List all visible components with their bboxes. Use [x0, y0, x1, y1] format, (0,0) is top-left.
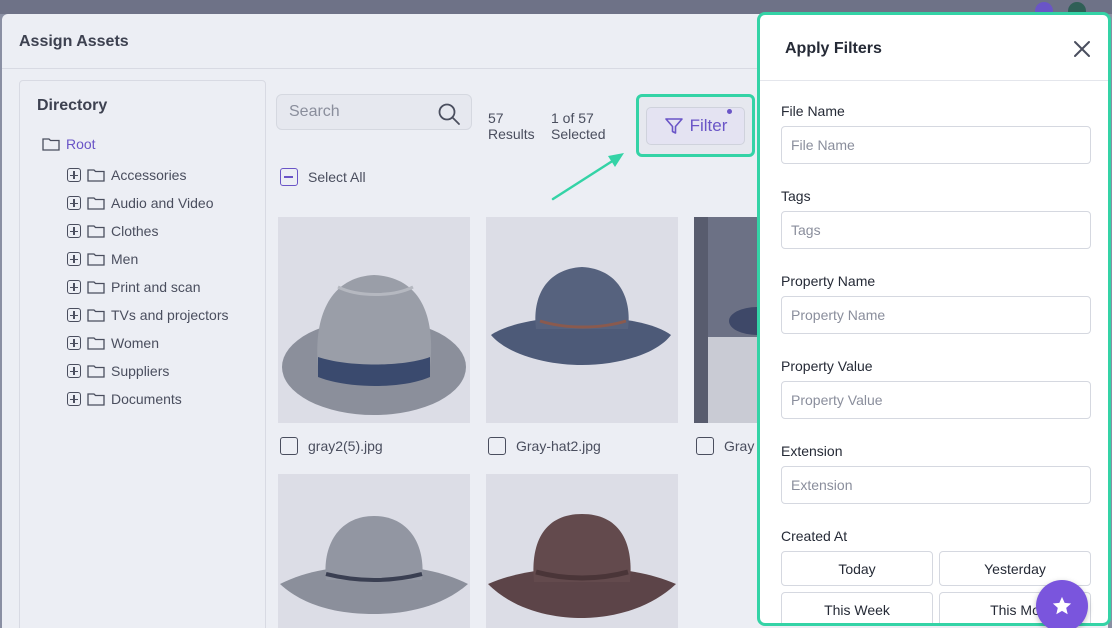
folder-icon: [87, 309, 105, 322]
asset-thumbnail[interactable]: [486, 217, 678, 423]
expand-icon[interactable]: [67, 224, 81, 238]
folder-icon: [87, 253, 105, 266]
results-count: 57: [488, 110, 504, 126]
expand-icon[interactable]: [67, 168, 81, 182]
results-label: Results: [488, 126, 535, 142]
property-name-label: Property Name: [781, 273, 876, 289]
selected-stat: 1 of 57 Selected: [551, 110, 605, 142]
selected-count: 1 of 57: [551, 110, 594, 126]
tree-item-label: Accessories: [111, 167, 187, 183]
tree-item-men[interactable]: Men: [67, 251, 138, 267]
tree-item-audio-and-video[interactable]: Audio and Video: [67, 195, 214, 211]
tree-item-label: Women: [111, 335, 159, 351]
tree-item-label: Documents: [111, 391, 182, 407]
modal-title: Assign Assets: [19, 33, 129, 50]
filter-icon: [664, 118, 683, 134]
extension-label: Extension: [781, 443, 843, 459]
asset-name: Gray-hat2.jpg: [516, 438, 601, 454]
hat-image: [491, 267, 671, 365]
tree-item-label: TVs and projectors: [111, 307, 229, 323]
tree-item-label: Men: [111, 251, 139, 267]
hat-image: [488, 514, 676, 618]
hat-image: [282, 275, 466, 415]
folder-icon: [87, 225, 105, 238]
tree-root[interactable]: Root: [42, 136, 96, 152]
select-all-checkbox[interactable]: [280, 168, 298, 186]
expand-icon[interactable]: [67, 196, 81, 210]
tree-root-label: Root: [66, 136, 96, 152]
asset-card[interactable]: gray2(5).jpg: [278, 217, 470, 455]
select-all[interactable]: Select All: [280, 168, 366, 186]
selected-label: Selected: [551, 126, 606, 142]
results-stat: 57 Results: [488, 110, 535, 142]
asset-card[interactable]: [278, 474, 470, 628]
expand-icon[interactable]: [67, 364, 81, 378]
expand-icon[interactable]: [67, 392, 81, 406]
tree-item-clothes[interactable]: Clothes: [67, 223, 158, 239]
tree-item-label: Print and scan: [111, 279, 201, 295]
asset-checkbox[interactable]: [488, 437, 506, 455]
tree-item-label: Clothes: [111, 223, 159, 239]
property-name-input[interactable]: [781, 296, 1091, 334]
tree-item-women[interactable]: Women: [67, 335, 159, 351]
tree-item-accessories[interactable]: Accessories: [67, 167, 186, 183]
folder-icon: [87, 169, 105, 182]
pointer-arrow: [551, 153, 624, 201]
tree-item-suppliers[interactable]: Suppliers: [67, 363, 169, 379]
asset-thumbnail[interactable]: [486, 474, 678, 628]
asset-checkbox[interactable]: [696, 437, 714, 455]
hat-image: [280, 516, 468, 614]
asset-name: Gray: [724, 438, 755, 454]
folder-icon: [87, 281, 105, 294]
search-icon[interactable]: [437, 102, 461, 126]
filter-highlight: Filter: [636, 94, 755, 157]
close-icon[interactable]: [1072, 39, 1092, 59]
filters-title: Apply Filters: [785, 40, 882, 57]
asset-thumbnail[interactable]: [278, 474, 470, 628]
created-at-label: Created At: [781, 528, 848, 544]
expand-icon[interactable]: [67, 280, 81, 294]
tree-item-label: Audio and Video: [111, 195, 214, 211]
tree-item-tvs-and-projectors[interactable]: TVs and projectors: [67, 307, 229, 323]
folder-icon: [87, 365, 105, 378]
asset-name: gray2(5).jpg: [308, 438, 383, 454]
asset-card[interactable]: Gray-hat2.jpg: [486, 217, 678, 455]
property-value-input[interactable]: [781, 381, 1091, 419]
expand-icon[interactable]: [67, 308, 81, 322]
search-box: [276, 94, 472, 130]
folder-icon: [42, 138, 60, 151]
tags-label: Tags: [781, 188, 811, 204]
filter-label: Filter: [689, 116, 728, 135]
asset-thumbnail[interactable]: [278, 217, 470, 423]
folder-icon: [87, 393, 105, 406]
directory-panel: Directory Root Accessories Audio and Vid…: [19, 80, 266, 628]
file-name-label: File Name: [781, 103, 845, 119]
star-icon: [1052, 596, 1072, 615]
property-value-label: Property Value: [781, 358, 873, 374]
tree-item-label: Suppliers: [111, 363, 170, 379]
file-name-input[interactable]: [781, 126, 1091, 164]
asset-thumbnail[interactable]: [694, 217, 757, 423]
date-today-button[interactable]: Today: [781, 551, 933, 586]
filter-active-dot: [727, 109, 732, 114]
search-input[interactable]: [289, 103, 429, 121]
favorites-fab[interactable]: [1036, 580, 1088, 628]
directory-title: Directory: [37, 97, 108, 114]
tags-input[interactable]: [781, 211, 1091, 249]
tree-item-documents[interactable]: Documents: [67, 391, 182, 407]
expand-icon[interactable]: [67, 252, 81, 266]
asset-card[interactable]: Gray: [694, 217, 757, 455]
date-this-week-button[interactable]: This Week: [781, 592, 933, 623]
folder-icon: [87, 197, 105, 210]
hat-image: [694, 217, 757, 423]
filters-panel: Apply Filters File Name Tags Property Na…: [757, 12, 1111, 626]
asset-card[interactable]: [486, 474, 678, 628]
select-all-label: Select All: [308, 169, 366, 185]
filters-header: Apply Filters: [760, 15, 1108, 81]
tree-item-print-and-scan[interactable]: Print and scan: [67, 279, 201, 295]
folder-icon: [87, 337, 105, 350]
extension-input[interactable]: [781, 466, 1091, 504]
expand-icon[interactable]: [67, 336, 81, 350]
asset-checkbox[interactable]: [280, 437, 298, 455]
